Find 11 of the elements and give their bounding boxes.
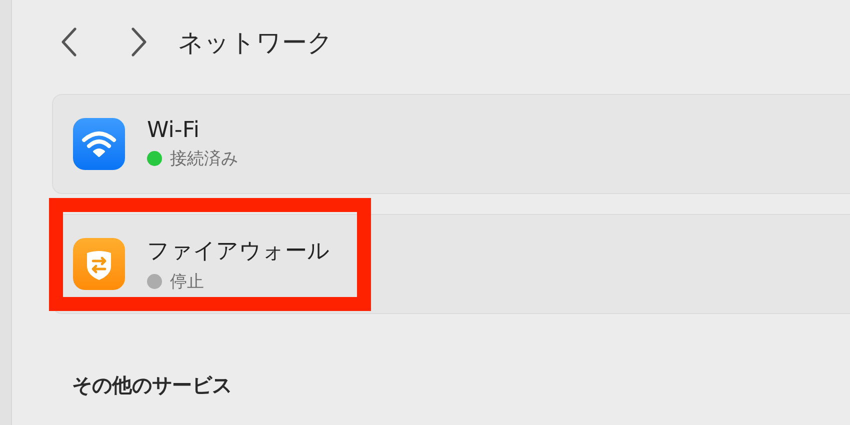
status-text: 接続済み [170,148,238,170]
service-name: ファイアウォール [147,238,330,266]
section-heading: その他のサービス [71,372,233,399]
wifi-icon [73,118,125,170]
page-title: ネットワーク [178,26,333,58]
back-icon[interactable] [60,27,78,57]
status-text: 停止 [170,270,204,292]
forward-icon[interactable] [130,27,148,57]
service-name: Wi-Fi [147,118,200,143]
service-card[interactable]: Wi-Fi 接続済み [52,94,850,194]
shield-icon [73,238,125,290]
